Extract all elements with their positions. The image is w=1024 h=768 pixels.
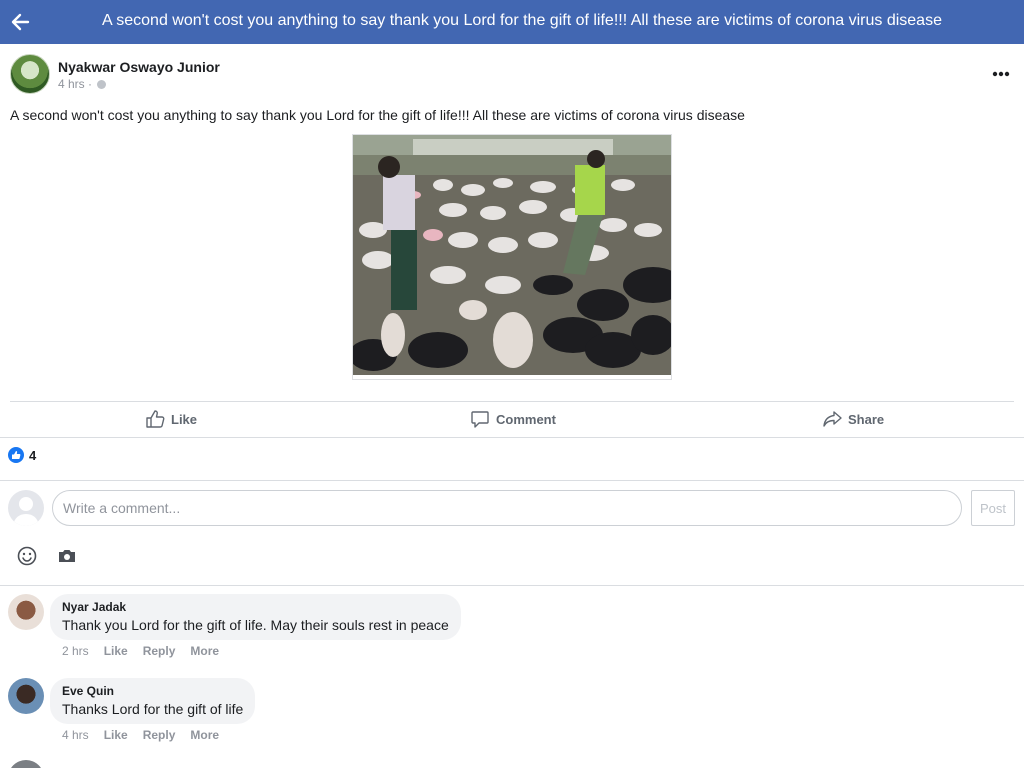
comment-like-link[interactable]: Like <box>104 728 128 742</box>
comment-more-link[interactable]: More <box>190 728 219 742</box>
post-text: A second won't cost you anything to say … <box>10 107 745 123</box>
comment-reply-link[interactable]: Reply <box>143 644 176 658</box>
commenter-avatar[interactable] <box>8 760 44 768</box>
commenter-name[interactable]: Nyar Jadak <box>62 600 449 614</box>
divider <box>0 585 1024 586</box>
page-title: A second won't cost you anything to say … <box>102 12 942 29</box>
comment-more-link[interactable]: More <box>190 644 219 658</box>
share-label: Share <box>848 411 885 427</box>
divider <box>0 480 1024 481</box>
author-name[interactable]: Nyakwar Oswayo Junior <box>58 59 220 75</box>
comment-composer: Post <box>0 490 1024 530</box>
comment-input[interactable] <box>52 490 962 526</box>
comment-like-link[interactable]: Like <box>104 644 128 658</box>
reaction-count: 4 <box>29 447 37 463</box>
like-button[interactable]: Like <box>145 402 197 436</box>
comment-bubble: Eve Quin Thanks Lord for the gift of lif… <box>50 678 256 724</box>
commenter-avatar[interactable] <box>8 594 44 630</box>
comment-time[interactable]: 2 hrs <box>62 644 89 658</box>
post-time[interactable]: 4 hrs <box>58 77 85 91</box>
commenter-name[interactable]: Eve Quin <box>62 684 243 698</box>
top-bar: A second won't cost you anything to say … <box>0 0 1024 44</box>
camera-icon[interactable] <box>58 548 76 569</box>
comment-time[interactable]: 4 hrs <box>62 728 89 742</box>
comment-text: Thank you Lord for the gift of life. May… <box>62 617 449 633</box>
post-header: Nyakwar Oswayo Junior 4 hrs · <box>10 54 1014 94</box>
globe-icon <box>97 80 107 89</box>
comment-text: Thanks Lord for the gift of life <box>62 701 244 717</box>
comment-actions: 2 hrs Like Reply More <box>62 644 219 658</box>
share-icon <box>822 409 842 429</box>
user-avatar <box>8 490 44 526</box>
meta-separator: · <box>88 77 93 91</box>
reaction-summary[interactable]: 4 <box>8 447 36 463</box>
comment-button[interactable]: Comment <box>470 402 556 436</box>
post-button[interactable]: Post <box>971 490 1015 526</box>
comment-reply-link[interactable]: Reply <box>143 728 176 742</box>
thumbs-up-icon <box>145 409 165 429</box>
smiley-icon[interactable] <box>17 546 37 571</box>
photo-image <box>353 135 671 379</box>
divider <box>0 437 1024 438</box>
author-avatar[interactable] <box>10 54 50 94</box>
post-photo[interactable] <box>352 134 672 380</box>
arrow-left-icon[interactable] <box>10 12 30 32</box>
action-bar: Like Comment Share <box>0 402 1024 436</box>
like-label: Like <box>171 411 198 427</box>
more-horizontal-icon[interactable] <box>992 66 1010 77</box>
comment-label: Comment <box>496 411 556 427</box>
post-meta: 4 hrs · <box>58 77 107 91</box>
comment-actions: 4 hrs Like Reply More <box>62 728 219 742</box>
share-button[interactable]: Share <box>822 402 884 436</box>
comment-icon <box>470 409 490 429</box>
commenter-avatar[interactable] <box>8 678 44 714</box>
comment-bubble: Nyar Jadak Thank you Lord for the gift o… <box>50 594 461 640</box>
thumbs-up-icon <box>8 447 24 463</box>
